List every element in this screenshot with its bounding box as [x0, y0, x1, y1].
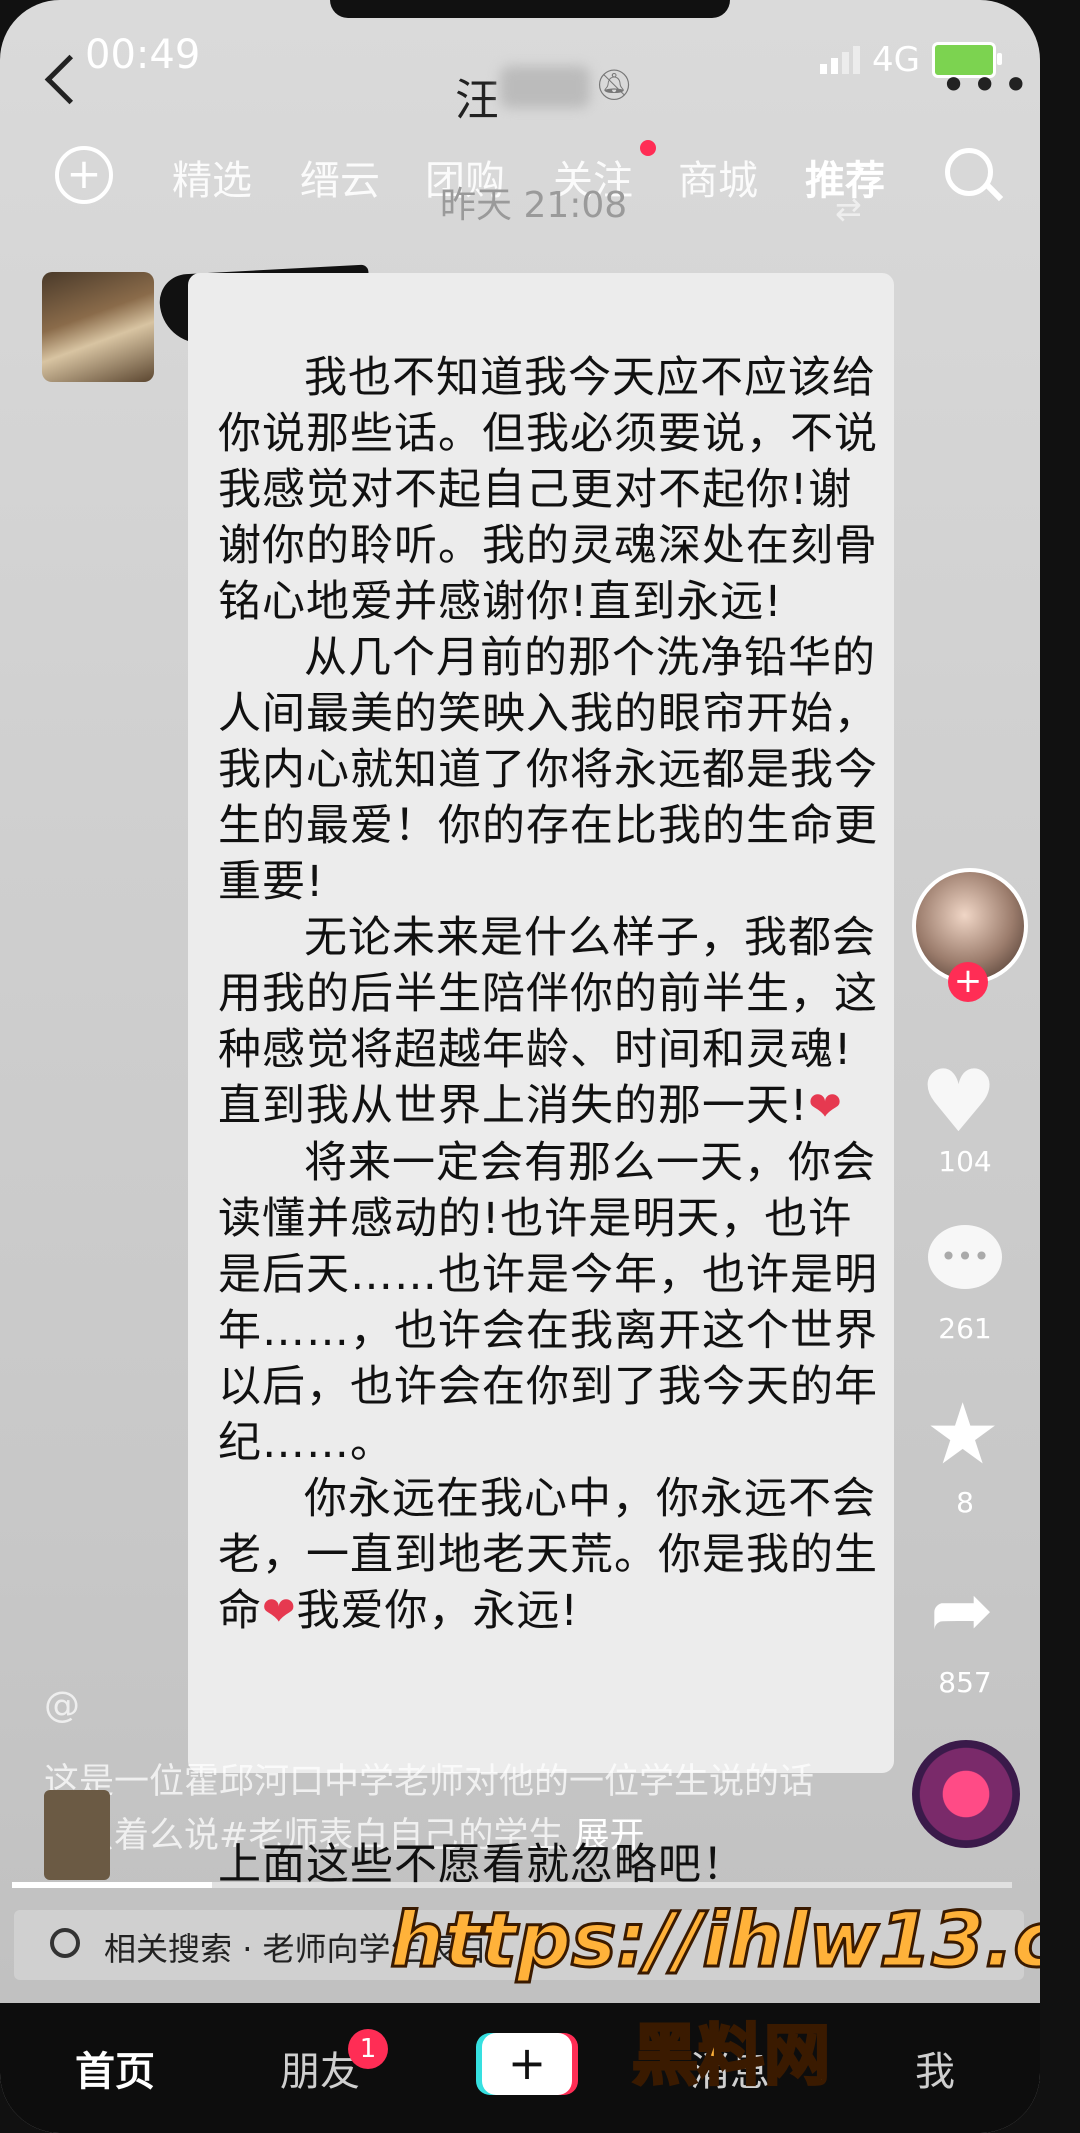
heart-icon: ❤ — [262, 1589, 297, 1635]
heart-icon: ❤ — [808, 1084, 843, 1130]
paragraph: 从几个月前的那个洗净铅华的人间最美的笑映入我的眼帘开始，我内心就知道了你将永远都… — [218, 633, 878, 907]
chat-timestamp: 昨天 21:08 — [440, 185, 628, 226]
mute-bell-icon: 🔕︎ — [595, 68, 634, 103]
share-count: 857 — [938, 1666, 992, 1699]
watermark-site: 黑料网 — [631, 2016, 832, 2096]
swap-icon: ⇄ — [835, 190, 862, 228]
follow-button[interactable]: + — [948, 962, 988, 1002]
share-arrow-icon[interactable]: ➦ — [930, 1565, 994, 1654]
progress-fill — [12, 1882, 212, 1888]
mention-icon: @ — [44, 1685, 80, 1726]
separator: · — [242, 1930, 253, 1968]
paragraph: 无论未来是什么样子，我都会用我的后半生陪伴你的前半生，这种感觉将超越年龄、时间和… — [218, 910, 878, 1135]
comment-count: 261 — [938, 1312, 992, 1345]
network-label: 4G — [872, 40, 920, 80]
tab-mall[interactable]: 商城 — [678, 148, 758, 206]
search-icon[interactable] — [945, 148, 993, 196]
tab-featured[interactable]: 精选 — [172, 148, 252, 206]
paragraph: 我也不知道我今天应不应该给你说那些话。但我必须要说，不说我感觉对不起自己更对不起… — [218, 353, 878, 627]
sender-avatar[interactable] — [42, 272, 154, 382]
like-count: 104 — [938, 1145, 992, 1178]
comment-icon[interactable]: ••• — [928, 1225, 1002, 1289]
search-icon — [50, 1928, 80, 1958]
favorite-count: 8 — [956, 1486, 974, 1519]
status-time: 00:49 — [85, 32, 201, 78]
add-icon[interactable]: + — [55, 146, 113, 204]
bottom-navigation: 首页 朋友 1 + 消息 我 — [0, 2003, 1040, 2133]
paragraph: 你永远在我心中，你永远不会老，一直到地老天荒。你是我的生命❤我爱你，永远! — [218, 1471, 878, 1640]
nav-home[interactable]: 首页 — [75, 2039, 155, 2097]
message-text: 我也不知道我今天应不应该给你说那些话。但我必须要说，不说我感觉对不起自己更对不起… — [218, 350, 878, 1640]
notch — [330, 0, 730, 18]
paragraph-text: 无论未来是什么样子，我都会用我的后半生陪伴你的前半生，这种感觉将超越年龄、时间和… — [218, 913, 878, 1131]
name-blur — [500, 66, 590, 108]
signal-icon — [820, 46, 860, 74]
chat-title: 汪 — [455, 75, 499, 126]
friends-badge: 1 — [348, 2029, 388, 2069]
watermark-url: https://ihlw13.com — [389, 1894, 1040, 1986]
tab-jinyun[interactable]: 缙云 — [300, 148, 380, 206]
thumbnail — [44, 1790, 110, 1880]
more-icon[interactable]: ••• — [940, 58, 1033, 112]
paragraph-text: 我爱你，永远! — [296, 1586, 579, 1636]
paragraph: 将来一定会有那么一天，你会读懂并感动的!也许是明天，也许是后天……也许是今年，也… — [218, 1138, 878, 1468]
notification-dot — [640, 140, 656, 156]
like-heart-icon[interactable]: ♥ — [920, 1052, 997, 1152]
video-progress-bar[interactable] — [12, 1882, 1012, 1888]
related-search-label: 相关搜索 — [104, 1930, 233, 1968]
create-button[interactable]: + — [482, 2033, 572, 2095]
favorite-star-icon[interactable]: ★ — [925, 1385, 1000, 1483]
nav-me[interactable]: 我 — [915, 2039, 955, 2097]
phone-screen: 00:49 4G 汪 🔕︎ ••• + 精选 缙云 团购 关注 商城 推荐 昨天… — [0, 0, 1040, 2133]
music-disc-icon[interactable] — [912, 1740, 1020, 1848]
